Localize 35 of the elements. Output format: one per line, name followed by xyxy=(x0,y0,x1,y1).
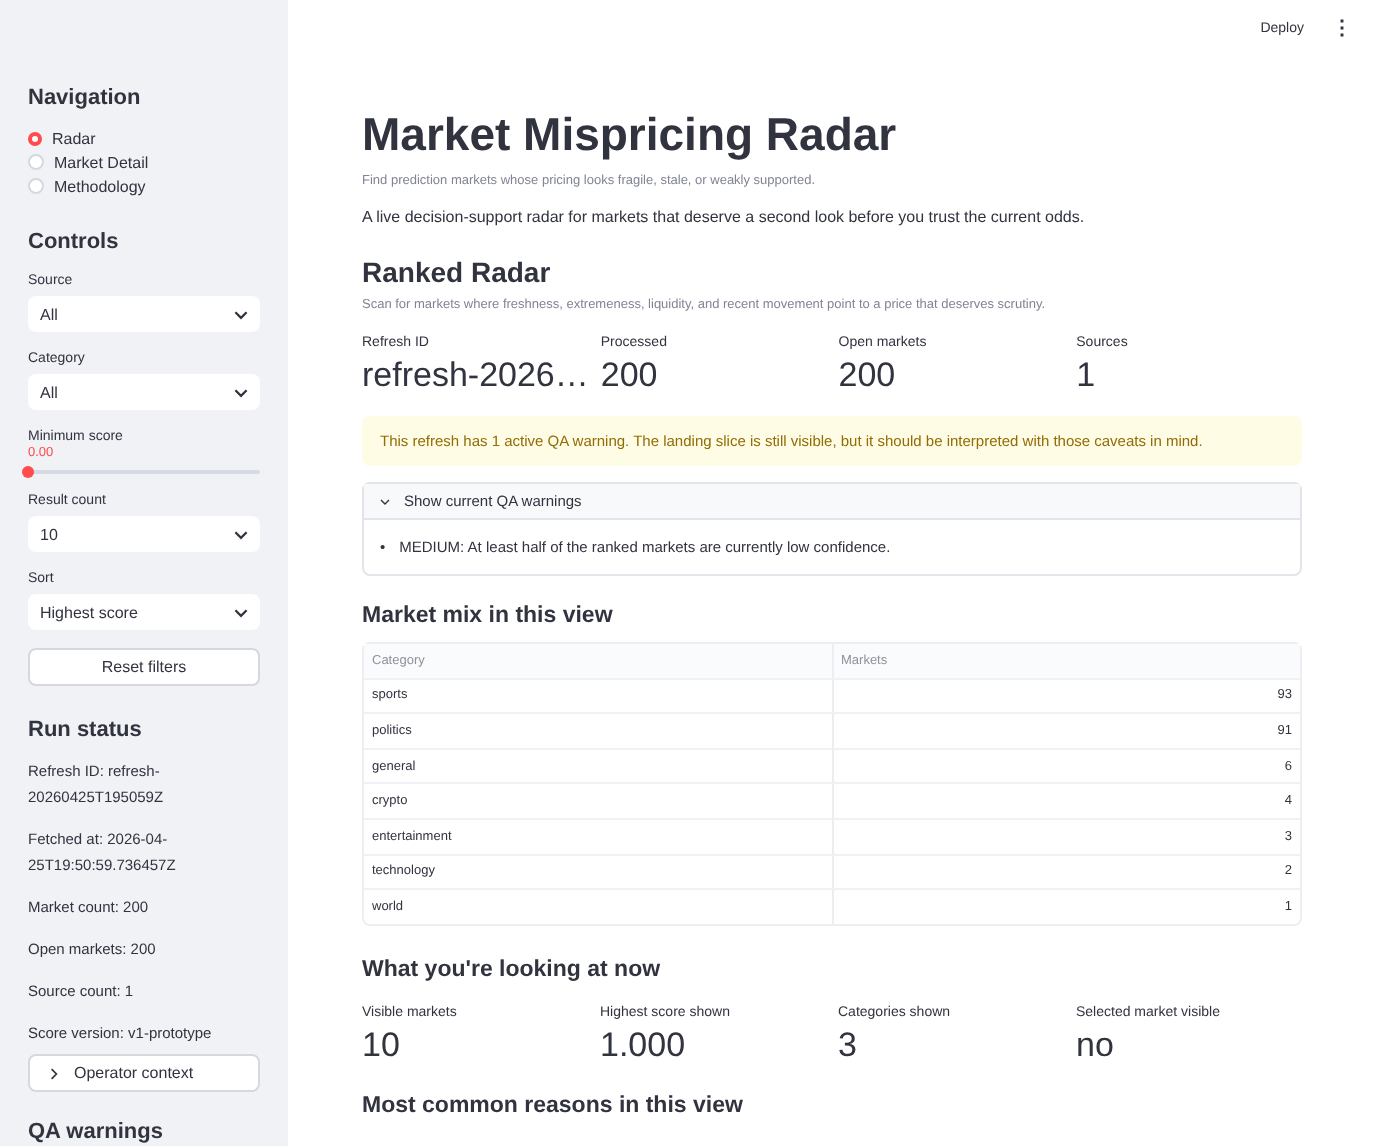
metric-value: 200 xyxy=(838,356,898,396)
reset-filters-button[interactable]: Reset filters xyxy=(28,648,260,686)
slider-thumb[interactable] xyxy=(22,466,34,478)
section-heading: Most common reasons in this view xyxy=(362,1093,745,1118)
chevron-down-icon xyxy=(234,387,248,397)
metric-value: 1.000 xyxy=(600,1025,688,1066)
select-field[interactable]: Highest score xyxy=(28,594,260,630)
metric-value: refresh-2026… xyxy=(362,356,589,396)
page-title: Market Mispricing Radar xyxy=(362,106,899,164)
intro-text: A live decision-support radar for markets that deserve a second look before you trust the current odds. xyxy=(362,208,1087,226)
nav-radio-option[interactable]: Methodology xyxy=(28,174,260,198)
metric-value: 10 xyxy=(362,1025,402,1066)
select-field[interactable]: 10 xyxy=(28,516,260,552)
select-field[interactable]: All xyxy=(28,374,260,410)
metric-value: 200 xyxy=(600,356,660,396)
sidebar-heading: QA warnings xyxy=(28,1120,165,1144)
nav-radio-option[interactable]: Radar xyxy=(28,126,260,150)
section-heading: What you're looking at now xyxy=(362,957,663,982)
operator-context-expander[interactable]: Operator context xyxy=(28,1054,260,1092)
chevron-down-icon xyxy=(234,529,248,539)
select-field[interactable]: All xyxy=(28,296,260,332)
sidebar-heading: Run status xyxy=(28,718,144,742)
metric-value: 3 xyxy=(838,1025,859,1066)
sidebar-heading: Controls xyxy=(28,230,121,254)
nav-radio-option[interactable]: Market Detail xyxy=(28,150,260,174)
chevron-icon xyxy=(50,1067,58,1079)
chevron-icon xyxy=(380,497,390,505)
section-heading: Market mix in this view xyxy=(362,604,615,628)
chevron-down-icon xyxy=(234,309,248,319)
section-heading: Ranked Radar xyxy=(362,256,553,288)
sidebar-heading: Navigation xyxy=(28,86,143,110)
metric-value: 1 xyxy=(1076,356,1098,396)
chevron-down-icon xyxy=(234,607,248,617)
metric-value: no xyxy=(1076,1025,1116,1066)
menu-icon[interactable]: ⋮ xyxy=(1332,16,1352,40)
